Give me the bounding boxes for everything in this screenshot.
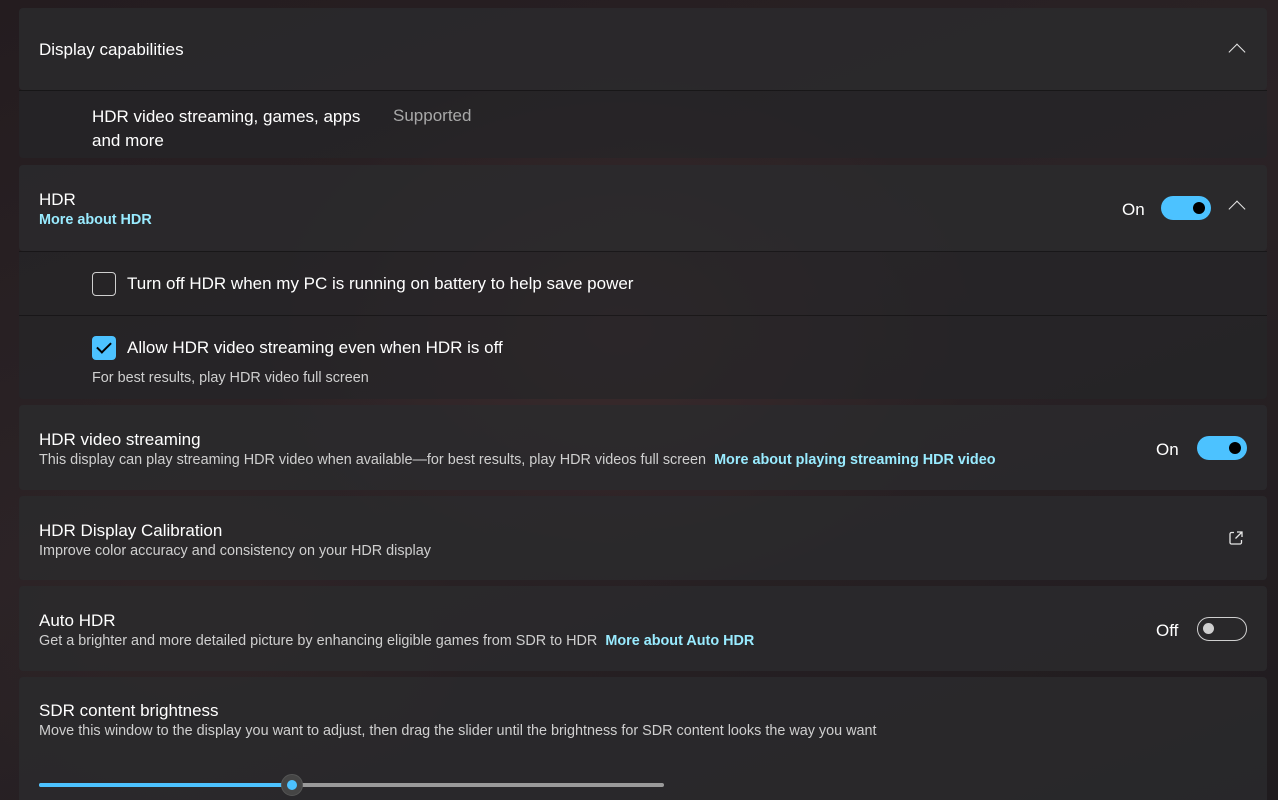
auto-hdr-title: Auto HDR [39, 611, 116, 630]
hdr-battery-checkbox[interactable] [92, 272, 116, 296]
hdr-streaming-option-row: Allow HDR video streaming even when HDR … [19, 315, 1267, 399]
open-external-icon[interactable] [1228, 530, 1244, 546]
hdr-more-link[interactable]: More about HDR [39, 212, 152, 228]
hdr-state-label: On [1122, 200, 1145, 219]
hdr-calibration-description: Improve color accuracy and consistency o… [39, 543, 431, 559]
hdr-battery-label: Turn off HDR when my PC is running on ba… [127, 274, 634, 293]
hdr-battery-option-row: Turn off HDR when my PC is running on ba… [19, 251, 1267, 315]
slider-thumb[interactable] [281, 774, 304, 796]
display-capabilities-row: HDR video streaming, games, apps and mor… [19, 90, 1267, 158]
display-capabilities-title: Display capabilities [39, 40, 184, 59]
auto-hdr-state-label: Off [1156, 621, 1179, 640]
toggle-knob [1229, 442, 1241, 454]
sdr-brightness-card: SDR content brightness Move this window … [19, 677, 1267, 800]
auto-hdr-card: Auto HDR Get a brighter and more detaile… [19, 586, 1267, 671]
toggle-knob [1193, 202, 1205, 214]
hdr-header[interactable]: HDR More about HDR On [19, 165, 1267, 251]
display-capabilities-header[interactable]: Display capabilities [19, 8, 1267, 90]
sdr-brightness-title: SDR content brightness [39, 701, 219, 720]
hdr-calibration-title: HDR Display Calibration [39, 521, 223, 540]
hdr-video-streaming-title: HDR video streaming [39, 430, 201, 449]
hdr-video-streaming-state-label: On [1156, 440, 1179, 459]
sdr-brightness-slider[interactable] [39, 774, 664, 796]
auto-hdr-toggle[interactable] [1197, 617, 1247, 641]
toggle-knob [1203, 623, 1214, 634]
sdr-brightness-description: Move this window to the display you want… [39, 723, 877, 739]
hdr-video-streaming-description: This display can play streaming HDR vide… [39, 452, 996, 468]
chevron-up-icon[interactable] [1228, 43, 1246, 61]
capability-label: HDR video streaming, games, apps and mor… [92, 107, 361, 150]
hdr-toggle[interactable] [1161, 196, 1211, 220]
hdr-video-streaming-more-link[interactable]: More about playing streaming HDR video [714, 452, 995, 468]
auto-hdr-more-link[interactable]: More about Auto HDR [605, 633, 754, 649]
hdr-video-streaming-toggle[interactable] [1197, 436, 1247, 460]
auto-hdr-description: Get a brighter and more detailed picture… [39, 633, 755, 649]
hdr-title: HDR [39, 190, 76, 209]
chevron-up-icon[interactable] [1228, 200, 1246, 218]
hdr-streaming-checkbox[interactable] [92, 336, 116, 360]
hdr-video-streaming-card: HDR video streaming This display can pla… [19, 405, 1267, 490]
capability-value: Supported [393, 106, 472, 125]
hdr-streaming-hint: For best results, play HDR video full sc… [92, 370, 369, 386]
slider-fill [39, 783, 293, 787]
hdr-streaming-label: Allow HDR video streaming even when HDR … [127, 338, 503, 357]
hdr-calibration-card[interactable]: HDR Display Calibration Improve color ac… [19, 496, 1267, 580]
